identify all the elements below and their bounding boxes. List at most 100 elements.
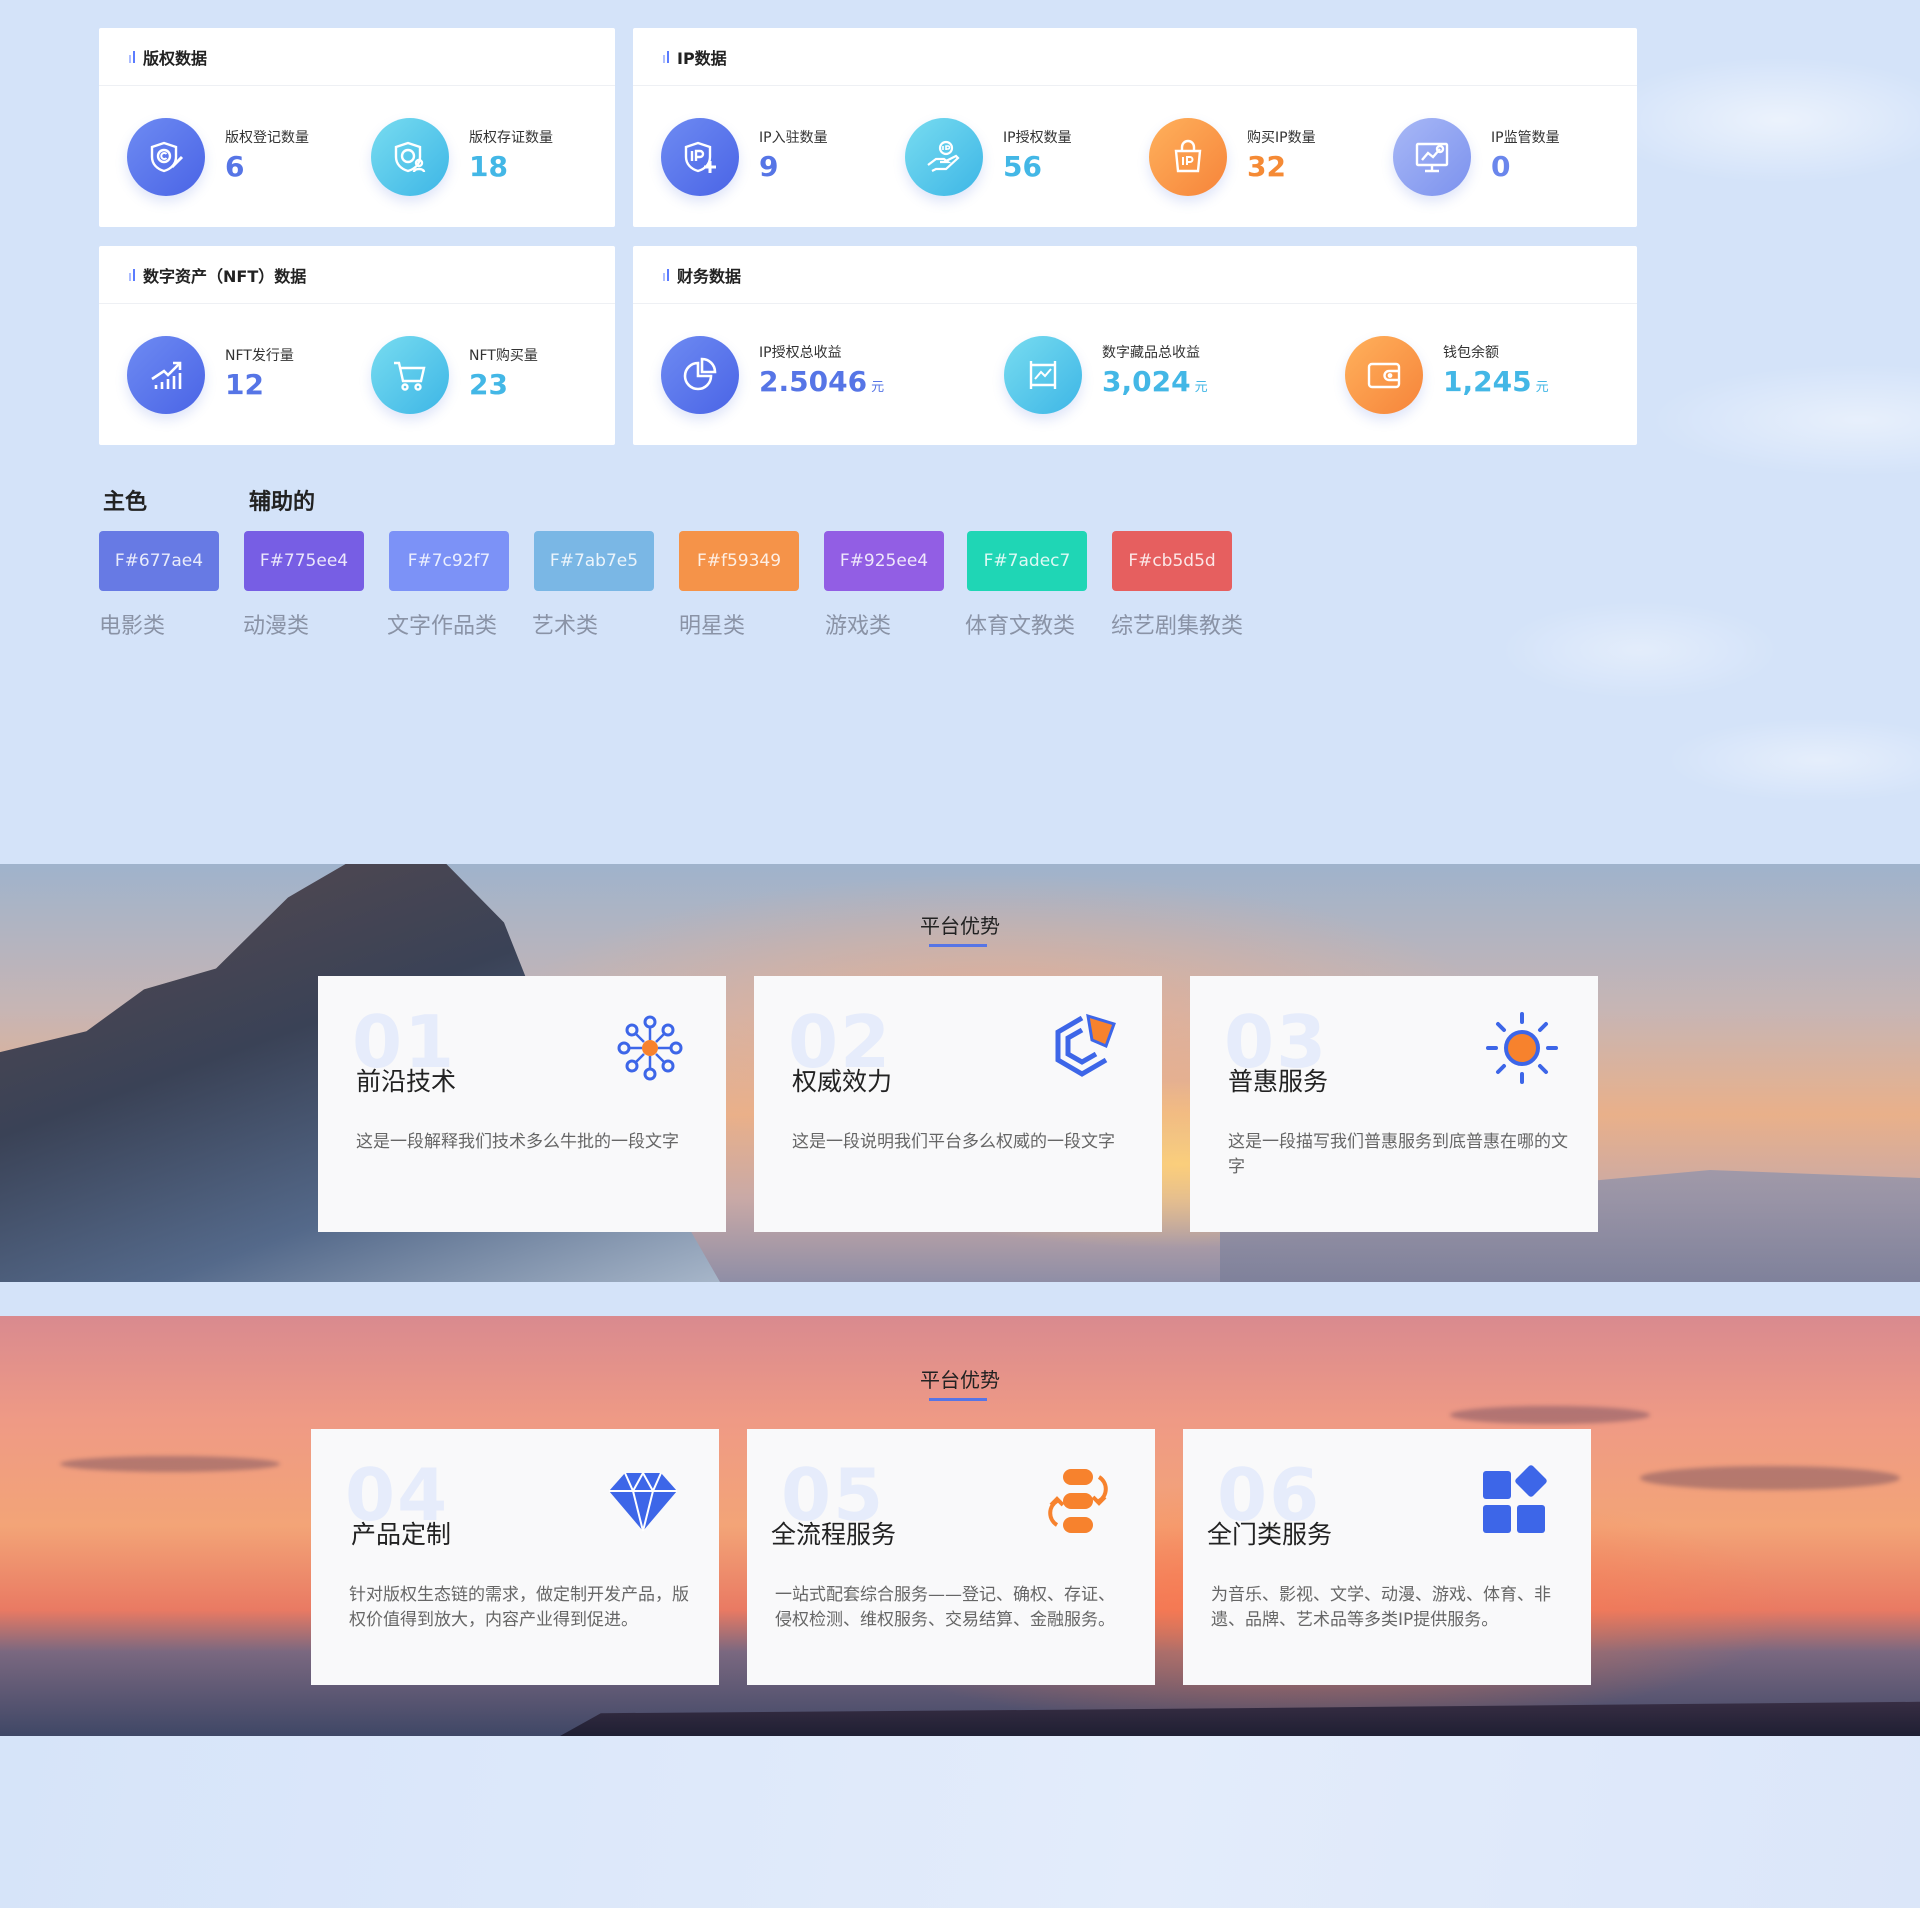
card-title: 全流程服务: [771, 1520, 897, 1549]
swatch-name: 明星类: [679, 614, 746, 639]
advantages-banner-2: 平台优势 04 产品定制 针对版权生态链的需求，做定制开发产品，版权价值得到放大…: [0, 1316, 1920, 1736]
panel-header: IP数据: [633, 28, 1637, 86]
swatch-code: F#925ee4: [839, 551, 929, 571]
section-title-underline: [929, 1398, 987, 1401]
card-title: 前沿技术: [356, 1067, 457, 1096]
swatch-name: 电影类: [99, 614, 166, 639]
copyright-deposit-icon: [371, 118, 449, 196]
stat-unit: 元: [1194, 380, 1208, 395]
card-description: 这是一段解释我们技术多么牛批的一段文字: [356, 1132, 679, 1152]
panel-header: 版权数据: [99, 28, 615, 86]
stat-value: 2.5046: [759, 365, 868, 398]
swatch-code: F#7ab7e5: [549, 551, 639, 571]
swatch-film: F#677ae4: [99, 531, 219, 591]
swatch-name: 综艺剧集教类: [1111, 614, 1244, 639]
panel-header: 财务数据: [633, 246, 1637, 304]
stat-label: NFT发行量: [225, 348, 294, 364]
scroll-frame-icon: [1004, 336, 1082, 414]
section-title-underline: [929, 944, 987, 947]
stat-label: NFT购买量: [469, 348, 538, 364]
sun-icon: [1486, 1012, 1558, 1084]
stat-ip-revenue: IP授权总收益 2.5046 元: [661, 336, 884, 414]
stat-copyright-deposit: 版权存证数量 18: [371, 118, 553, 196]
swatch-code: F#677ae4: [114, 551, 204, 571]
swatch-code: F#cb5d5d: [1128, 551, 1216, 571]
ip-panel: IP数据 IP入驻数量 9 IP授权数量 56 购买IP数量 32 IP监管数量…: [633, 28, 1637, 227]
stat-nft-issued: NFT发行量 12: [127, 336, 294, 414]
panel-header: 数字资产（NFT）数据: [99, 246, 615, 304]
swatch-sports-education: F#7adec7: [967, 531, 1087, 591]
swatch-name: 游戏类: [825, 614, 892, 639]
nft-panel: 数字资产（NFT）数据 NFT发行量 12 NFT购买量 23: [99, 246, 615, 445]
section-title: 平台优势: [920, 914, 1000, 938]
stat-value: 9: [759, 150, 779, 183]
cloud-decoration: [1450, 1406, 1650, 1424]
stat-ip-purchased: 购买IP数量 32: [1149, 118, 1316, 196]
card-title: 权威效力: [792, 1067, 893, 1096]
stat-value: 6: [225, 150, 245, 183]
advantage-card-6: 06 全门类服务 为音乐、影视、文学、动漫、游戏、体育、非遗、品牌、艺术品等多类…: [1183, 1429, 1591, 1685]
card-description: 一站式配套综合服务——登记、确权、存证、侵权检测、维权服务、交易结算、金融服务。: [775, 1585, 1115, 1630]
stat-value: 0: [1491, 150, 1511, 183]
card-description: 这是一段描写我们普惠服务到底普惠在哪的文字: [1228, 1132, 1568, 1177]
stat-value-row: 3,024 元: [1102, 364, 1208, 406]
card-title: 普惠服务: [1228, 1067, 1329, 1096]
ip-entry-icon: [661, 118, 739, 196]
panel-title: IP数据: [677, 48, 727, 68]
stat-label: 购买IP数量: [1247, 130, 1316, 146]
advantage-card-3: 03 普惠服务 这是一段描写我们普惠服务到底普惠在哪的文字: [1190, 976, 1598, 1232]
panel-title: 版权数据: [143, 48, 208, 68]
swatch-anime: F#775ee4: [244, 531, 364, 591]
swatch-variety-drama: F#cb5d5d: [1112, 531, 1232, 591]
stat-ip-licensed: IP授权数量 56: [905, 118, 1072, 196]
swatch-name: 艺术类: [532, 614, 599, 639]
swatch-code: F#7c92f7: [407, 551, 491, 571]
panel-title: 数字资产（NFT）数据: [143, 266, 307, 286]
cycle-icon: [1048, 1469, 1108, 1533]
authority-badge-icon: [1055, 1013, 1116, 1077]
title-mark-icon: [663, 268, 669, 281]
stat-collectible-revenue: 数字藏品总收益 3,024 元: [1004, 336, 1208, 414]
bottom-background: [0, 1736, 1920, 1908]
ip-monitor-icon: [1393, 118, 1471, 196]
category-grid-icon: [1483, 1465, 1547, 1533]
card-title: 全门类服务: [1207, 1520, 1333, 1549]
city-skyline: [560, 1701, 1920, 1736]
stat-wallet-balance: 钱包余额 1,245 元: [1345, 336, 1549, 414]
stat-label: IP监管数量: [1491, 130, 1560, 146]
stat-value: 56: [1003, 150, 1042, 183]
title-mark-icon: [129, 268, 135, 281]
section-title: 平台优势: [920, 1368, 1000, 1392]
stat-unit: 元: [1535, 380, 1549, 395]
stat-label: IP授权总收益: [759, 345, 842, 361]
stat-label: IP授权数量: [1003, 130, 1072, 146]
shopping-cart-icon: [371, 336, 449, 414]
swatch-name: 动漫类: [243, 614, 310, 639]
card-description: 为音乐、影视、文学、动漫、游戏、体育、非遗、品牌、艺术品等多类IP提供服务。: [1211, 1585, 1551, 1630]
stat-label: 钱包余额: [1443, 345, 1499, 361]
swatch-name: 体育文教类: [965, 614, 1076, 639]
advantage-card-5: 05 全流程服务 一站式配套综合服务——登记、确权、存证、侵权检测、维权服务、交…: [747, 1429, 1155, 1685]
stat-label: 版权登记数量: [225, 130, 309, 146]
stat-unit: 元: [871, 380, 885, 395]
pie-chart-icon: [661, 336, 739, 414]
stat-value: 18: [469, 150, 508, 183]
stat-value-row: 1,245 元: [1443, 364, 1549, 406]
cloud-decoration: [1640, 1466, 1900, 1490]
wallet-icon: [1345, 336, 1423, 414]
swatch-literature: F#7c92f7: [389, 531, 509, 591]
card-description: 这是一段说明我们平台多么权威的一段文字: [792, 1132, 1115, 1152]
card-title: 产品定制: [351, 1520, 452, 1549]
copyright-register-icon: [127, 118, 205, 196]
secondary-color-label: 辅助的: [249, 490, 316, 515]
stat-label: 版权存证数量: [469, 130, 553, 146]
stat-copyright-registered: 版权登记数量 6: [127, 118, 309, 196]
stat-value: 3,024: [1102, 365, 1191, 398]
title-mark-icon: [129, 50, 135, 63]
swatch-name: 文字作品类: [387, 614, 498, 639]
cloud-decoration: [60, 1456, 280, 1472]
stat-value: 12: [225, 368, 264, 401]
swatch-code: F#7adec7: [983, 551, 1071, 571]
stat-value-row: 2.5046 元: [759, 364, 884, 406]
growth-chart-icon: [127, 336, 205, 414]
